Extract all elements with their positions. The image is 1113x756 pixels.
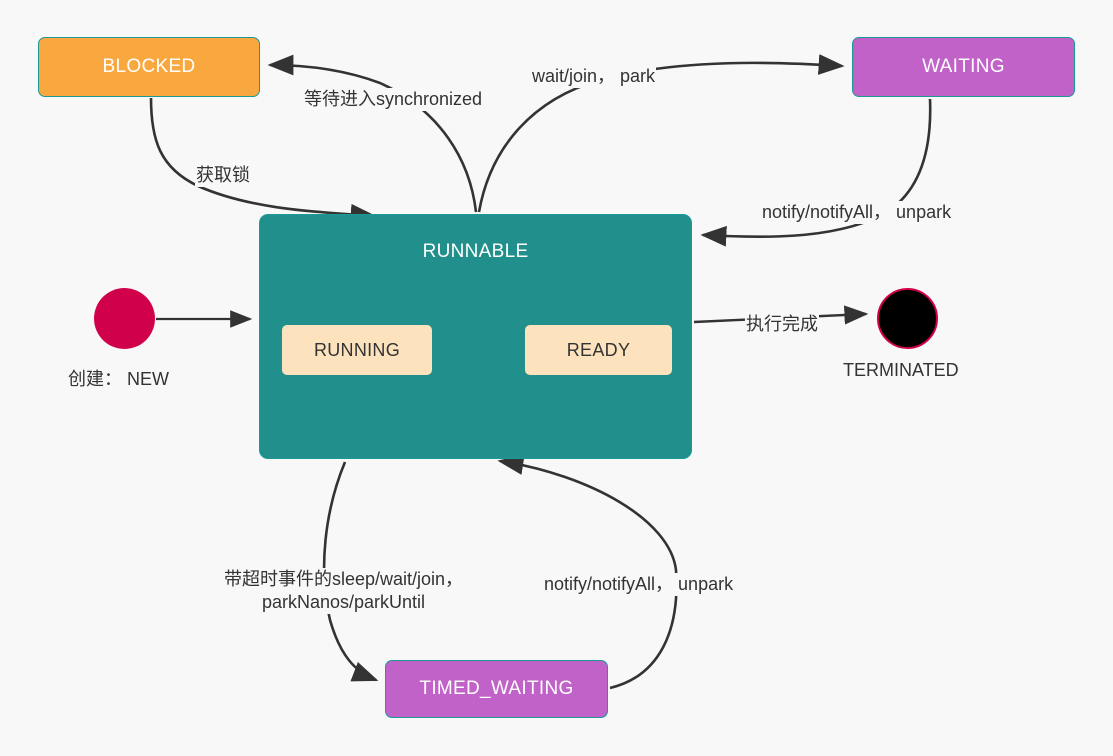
edge-label-timed-waiting-to-runnable: notify/notifyAll， unpark <box>543 573 735 596</box>
edge-label-line-2: parkNanos/parkUntil <box>261 592 426 612</box>
edge-label-line-1: 带超时事件的sleep/wait/join， <box>223 569 464 589</box>
state-label-runnable: RUNNABLE <box>422 241 529 262</box>
edge-label-runnable-to-blocked: 等待进入synchronized <box>303 88 484 111</box>
state-label-ready: READY <box>566 339 631 360</box>
state-node-waiting[interactable]: WAITING <box>852 37 1075 97</box>
state-label-timed-waiting: TIMED_WAITING <box>419 678 574 699</box>
state-label-running: RUNNING <box>313 339 401 360</box>
start-node-caption: 创建： NEW <box>68 369 169 389</box>
thread-state-diagram: BLOCKED WAITING TIMED_WAITING RUNNABLE R… <box>0 0 1113 756</box>
state-node-timed-waiting[interactable]: TIMED_WAITING <box>385 660 608 718</box>
edge-label-waiting-to-runnable: notify/notifyAll， unpark <box>761 201 953 224</box>
edge-blocked-to-runnable <box>149 97 377 225</box>
state-label-waiting: WAITING <box>922 56 1005 77</box>
edge-label-runnable-to-timed-waiting: 带超时事件的sleep/wait/join， parkNanos/parkUnt… <box>205 568 482 614</box>
edge-label-runnable-to-terminated: 执行完成 <box>745 313 819 336</box>
state-node-running[interactable]: RUNNING <box>282 325 432 375</box>
state-label-blocked: BLOCKED <box>102 56 196 77</box>
state-node-runnable[interactable]: RUNNABLE RUNNING READY <box>259 214 692 459</box>
start-node-circle[interactable] <box>94 288 155 349</box>
state-node-ready[interactable]: READY <box>525 325 672 375</box>
edge-label-blocked-to-runnable: 获取锁 <box>195 164 251 187</box>
end-node-circle[interactable] <box>877 288 938 349</box>
edge-label-runnable-to-waiting: wait/join， park <box>531 65 657 88</box>
end-node-caption: TERMINATED <box>843 360 959 380</box>
state-node-blocked[interactable]: BLOCKED <box>38 37 260 97</box>
